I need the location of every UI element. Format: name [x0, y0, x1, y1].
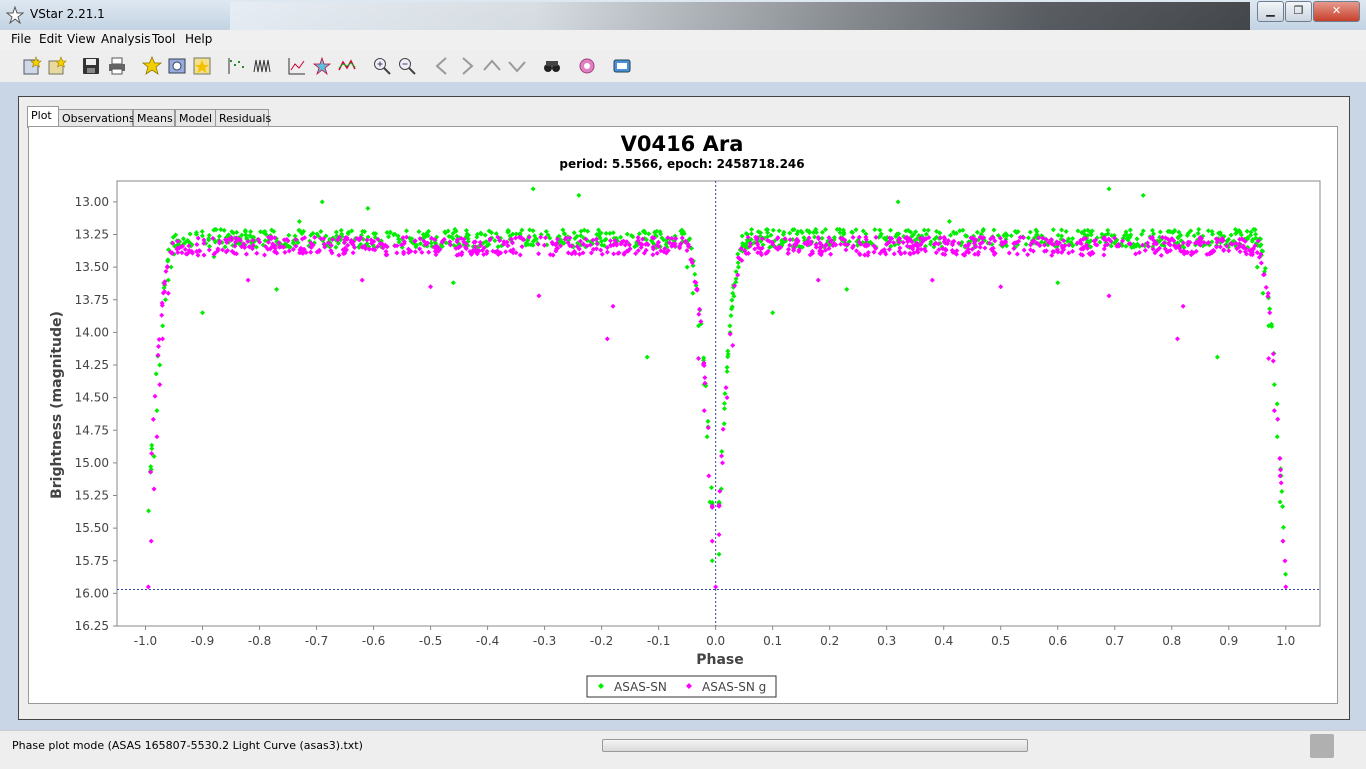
x-tick-label: 0.4	[934, 634, 953, 648]
x-tick-label: 0.2	[820, 634, 839, 648]
chart-subtitle: period: 5.5566, epoch: 2458718.246	[559, 157, 804, 171]
y-tick-label: 15.75	[75, 554, 109, 568]
y-tick-label: 13.00	[75, 195, 109, 209]
x-tick-label: 0.1	[763, 634, 782, 648]
x-tick-label: -0.1	[647, 634, 670, 648]
x-tick-label: -0.3	[533, 634, 556, 648]
y-tick-label: 16.25	[75, 619, 109, 633]
y-tick-label: 13.25	[75, 228, 109, 242]
legend-label-asas-sn: ASAS-SN	[614, 680, 667, 694]
legend-label-asas-sn-g: ASAS-SN g	[702, 680, 766, 694]
y-tick-label: 15.25	[75, 489, 109, 503]
y-axis: 13.00 13.25 13.50 13.75 14.00 14.25 14.50 14.75…	[75, 195, 117, 633]
y-tick-label: 14.00	[75, 325, 109, 339]
y-tick-label: 14.25	[75, 358, 109, 372]
chart-title: V0416 Ara	[621, 132, 744, 156]
x-tick-label: -0.4	[476, 634, 499, 648]
phase-plot-chart[interactable]: V0416 Ara period: 5.5566, epoch: 2458718…	[0, 0, 1366, 768]
x-axis-label: Phase	[696, 652, 744, 668]
x-tick-label: -0.7	[305, 634, 328, 648]
y-tick-label: 15.50	[75, 521, 109, 535]
x-tick-label: -0.9	[191, 634, 214, 648]
status-bar: Phase plot mode (ASAS 165807-5530.2 Ligh…	[0, 730, 1366, 769]
x-tick-label: -0.6	[362, 634, 385, 648]
x-tick-label: 0.8	[1162, 634, 1181, 648]
y-tick-label: 14.75	[75, 423, 109, 437]
x-tick-label: -0.2	[590, 634, 613, 648]
x-tick-label: 0.6	[1048, 634, 1067, 648]
y-tick-label: 13.75	[75, 293, 109, 307]
x-tick-label: -1.0	[134, 634, 157, 648]
x-axis: -1.0 -0.9 -0.8 -0.7 -0.6 -0.5 -0.4 -0.3 -0.2 -0.1…	[134, 626, 1295, 648]
x-tick-label: -0.8	[248, 634, 271, 648]
y-tick-label: 13.50	[75, 260, 109, 274]
x-tick-label: -0.5	[419, 634, 442, 648]
y-tick-label: 16.00	[75, 586, 109, 600]
x-tick-label: 0.7	[1105, 634, 1124, 648]
status-text: Phase plot mode (ASAS 165807-5530.2 Ligh…	[12, 739, 363, 752]
y-tick-label: 15.00	[75, 456, 109, 470]
y-tick-label: 14.50	[75, 391, 109, 405]
stop-icon[interactable]	[1310, 734, 1334, 758]
progress-bar	[602, 739, 1028, 752]
x-tick-label: 1.0	[1276, 634, 1295, 648]
x-tick-label: 0.5	[991, 634, 1010, 648]
x-tick-label: 0.3	[877, 634, 896, 648]
x-tick-label: 0.0	[706, 634, 725, 648]
x-tick-label: 0.9	[1219, 634, 1238, 648]
y-axis-label: Brightness (magnitude)	[49, 311, 65, 499]
